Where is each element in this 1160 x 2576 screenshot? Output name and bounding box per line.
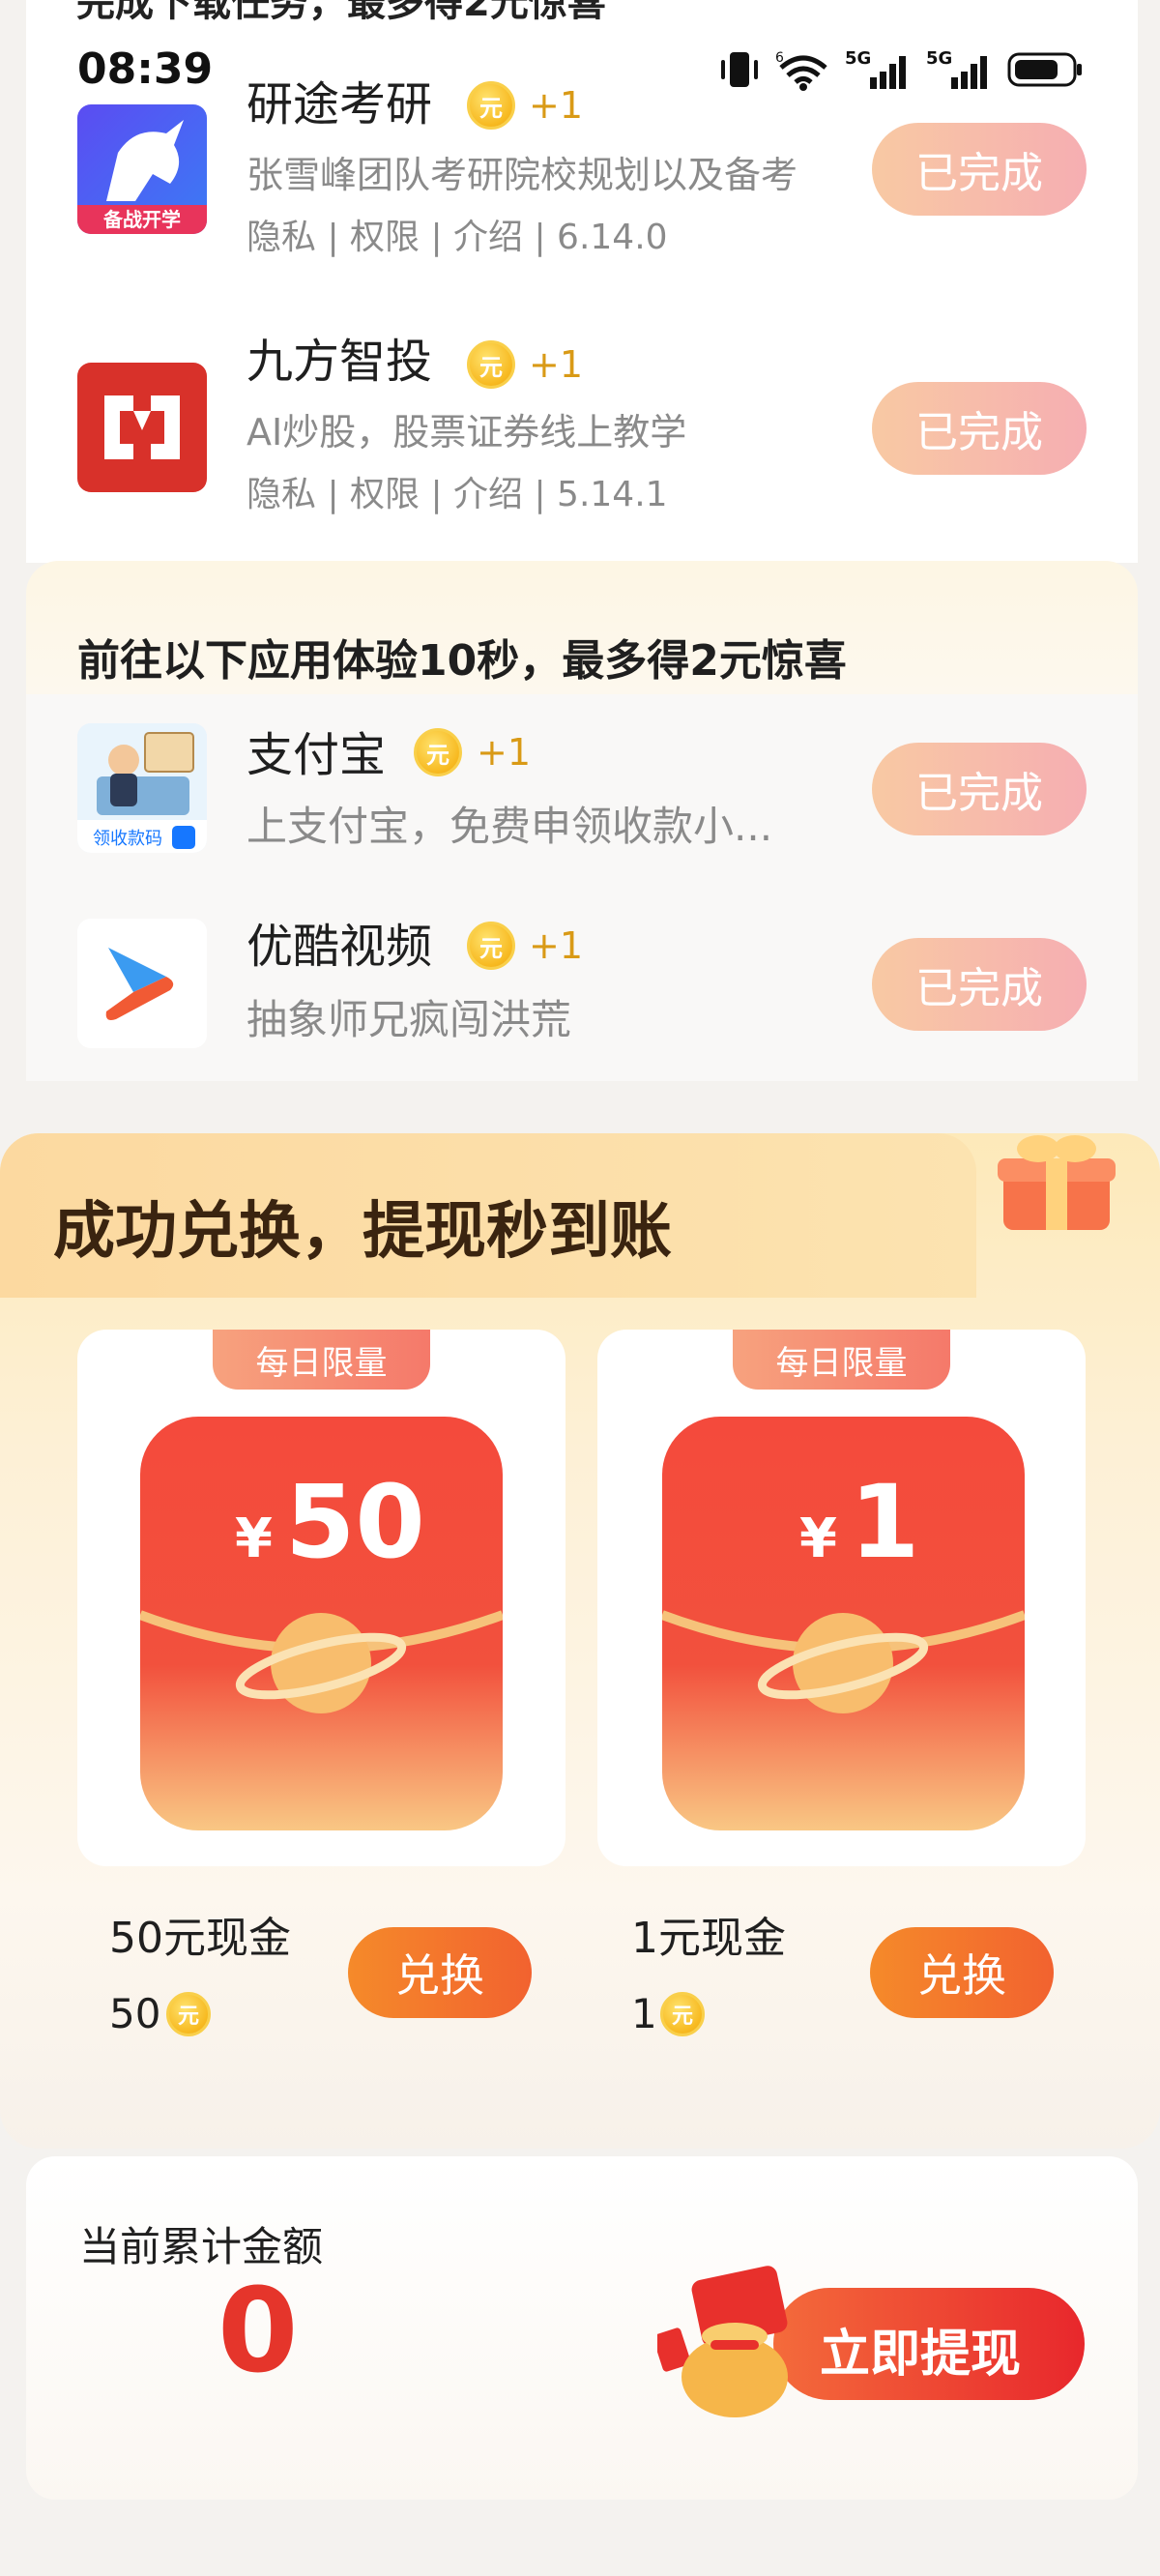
links-yantu[interactable]: 隐私 | 权限 | 介绍 | 6.14.0: [246, 220, 668, 255]
prize-cost-1: 1: [631, 1990, 657, 2037]
daily-limit-tag: 每日限量: [213, 1330, 430, 1390]
done-button-yantu[interactable]: 已完成: [872, 123, 1087, 216]
reward-alipay: +1: [477, 731, 532, 774]
currency-symbol: ¥: [799, 1508, 837, 1570]
done-button-youku[interactable]: 已完成: [872, 938, 1087, 1031]
coin-icon: 元: [414, 728, 462, 776]
coin-icon: 元: [467, 340, 515, 389]
coin-icon: 元: [166, 1992, 211, 2036]
currency-symbol: ¥: [235, 1508, 273, 1570]
exchange-button-50[interactable]: 兑换: [348, 1927, 532, 2018]
status-time: 08:39: [77, 44, 214, 94]
desc-jiufang: AI炒股，股票证券线上教学: [246, 411, 687, 454]
app-name-jiufang: 九方智投: [246, 335, 433, 389]
gift-box-icon: [998, 1135, 1116, 1230]
done-button-jiufang[interactable]: 已完成: [872, 382, 1087, 475]
unicorn-icon: 备战开学: [77, 104, 207, 234]
coin-icon: 元: [660, 1992, 705, 2036]
prize-cost-value: 50: [109, 1990, 161, 2037]
desc-youku: 抽象师兄疯闯洪荒: [246, 996, 572, 1043]
prize-name-50: 50元现金: [109, 1914, 291, 1963]
prize-amount-50: 50: [285, 1463, 425, 1581]
battery-icon: [1007, 52, 1082, 87]
balance-value: 0: [218, 2265, 299, 2399]
desc-yantu: 张雪峰团队考研院校规划以及备考: [246, 154, 798, 196]
alipay-icon-text: 领收款码: [93, 829, 162, 849]
app-name-alipay: 支付宝: [246, 728, 387, 782]
status-icons: 6 5G 5G: [717, 48, 1085, 91]
jiufang-app-icon[interactable]: [77, 363, 207, 492]
experience-section-title: 前往以下应用体验10秒，最多得2元惊喜: [77, 636, 847, 686]
yantu-icon-text: 备战开学: [102, 208, 181, 231]
prize-amount-1: 1: [850, 1463, 919, 1581]
signal-icon-2: 5G: [926, 48, 987, 89]
red-packet-1-icon: ¥ 1: [662, 1417, 1025, 1830]
alipay-icon: 领收款码: [77, 723, 207, 853]
prize-cost-50: 50: [109, 1990, 160, 2037]
money-bag-icon: [657, 2266, 788, 2417]
download-section-title: 完成下载任务，最多得2元惊喜: [76, 0, 606, 21]
youku-play-icon: [77, 919, 207, 1048]
daily-limit-tag: 每日限量: [733, 1330, 950, 1390]
vibrate-icon: [721, 52, 758, 87]
youku-app-icon[interactable]: [77, 919, 207, 1048]
prize-name-1: 1元现金: [631, 1914, 786, 1963]
reward-yantu: +1: [529, 84, 584, 127]
app-name-yantu: 研途考研: [246, 77, 433, 132]
coin-icon: 元: [467, 81, 515, 130]
wifi-icon: 6: [775, 50, 827, 91]
done-button-alipay[interactable]: 已完成: [872, 743, 1087, 835]
links-jiufang[interactable]: 隐私 | 权限 | 介绍 | 5.14.1: [246, 478, 668, 512]
reward-jiufang: +1: [529, 343, 584, 386]
network-type-2: 5G: [926, 48, 952, 69]
red-packet-50-icon: ¥ 50: [140, 1417, 503, 1830]
signal-icon-1: 5G: [845, 48, 906, 89]
exchange-button-1[interactable]: 兑换: [870, 1927, 1054, 2018]
yantu-app-icon[interactable]: 备战开学: [77, 104, 207, 234]
desc-alipay: 上支付宝，免费申领收款小...: [246, 803, 773, 850]
network-type-1: 5G: [845, 48, 871, 69]
alipay-app-icon[interactable]: 领收款码: [77, 723, 207, 853]
app-name-youku: 优酷视频: [246, 920, 433, 974]
exchange-title: 成功兑换，提现秒到账: [53, 1196, 672, 1268]
coin-icon: 元: [467, 922, 515, 970]
withdraw-button-label[interactable]: 立即提现: [820, 2313, 1021, 2386]
download-section-header: 完成下载任务，最多得2元惊喜: [26, 0, 1138, 21]
reward-youku: +1: [529, 924, 584, 967]
prize-cost-value: 1: [631, 1990, 657, 2037]
jiufang-logo-icon: [77, 363, 207, 492]
